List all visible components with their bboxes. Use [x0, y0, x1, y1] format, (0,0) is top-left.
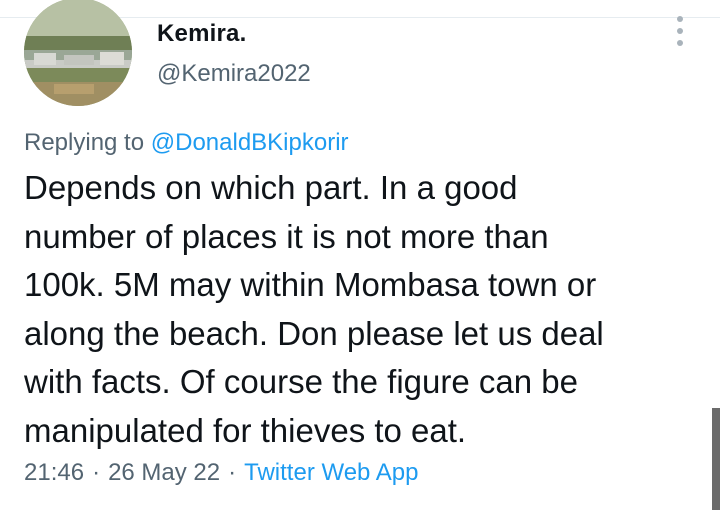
tweet-text-line: Depends on which part. In a good: [24, 169, 518, 206]
tweet-card: Kemira. @Kemira2022 Replying to @DonaldB…: [0, 0, 720, 510]
tweet-text-line: manipulated for thieves to eat.: [24, 411, 467, 449]
replying-to: Replying to @DonaldBKipkorir: [24, 129, 349, 157]
tweet-text-line: number of places it is not more than: [24, 217, 549, 255]
tweet-text-line: with facts. Of course the figure can be: [24, 363, 578, 400]
more-options-icon[interactable]: [668, 16, 692, 46]
avatar[interactable]: [24, 0, 132, 106]
scrollbar-thumb[interactable]: [712, 408, 720, 510]
tweet-text-line: along the beach. Don please let us deal: [24, 314, 604, 352]
dot: [677, 28, 683, 34]
dot: [677, 16, 683, 22]
author-handle[interactable]: @Kemira2022: [157, 60, 311, 88]
tweet-meta: 21:46 · 26 May 22 · Twitter Web App: [24, 459, 418, 487]
avatar-image: [24, 0, 132, 106]
tweet-date[interactable]: 26 May 22: [108, 459, 220, 486]
meta-separator: ·: [92, 459, 101, 486]
tweet-source-link[interactable]: Twitter Web App: [244, 459, 418, 486]
author-display-name[interactable]: Kemira.: [157, 20, 246, 48]
replying-to-handle-link[interactable]: @DonaldBKipkorir: [151, 129, 349, 156]
tweet-time[interactable]: 21:46: [24, 459, 84, 486]
dot: [677, 40, 683, 46]
tweet-text: Depends on which part. In a good number …: [24, 164, 694, 455]
meta-separator: ·: [228, 459, 237, 486]
replying-to-label: Replying to: [24, 129, 145, 156]
tweet-text-line: 100k. 5M may within Mombasa town or: [24, 266, 597, 303]
